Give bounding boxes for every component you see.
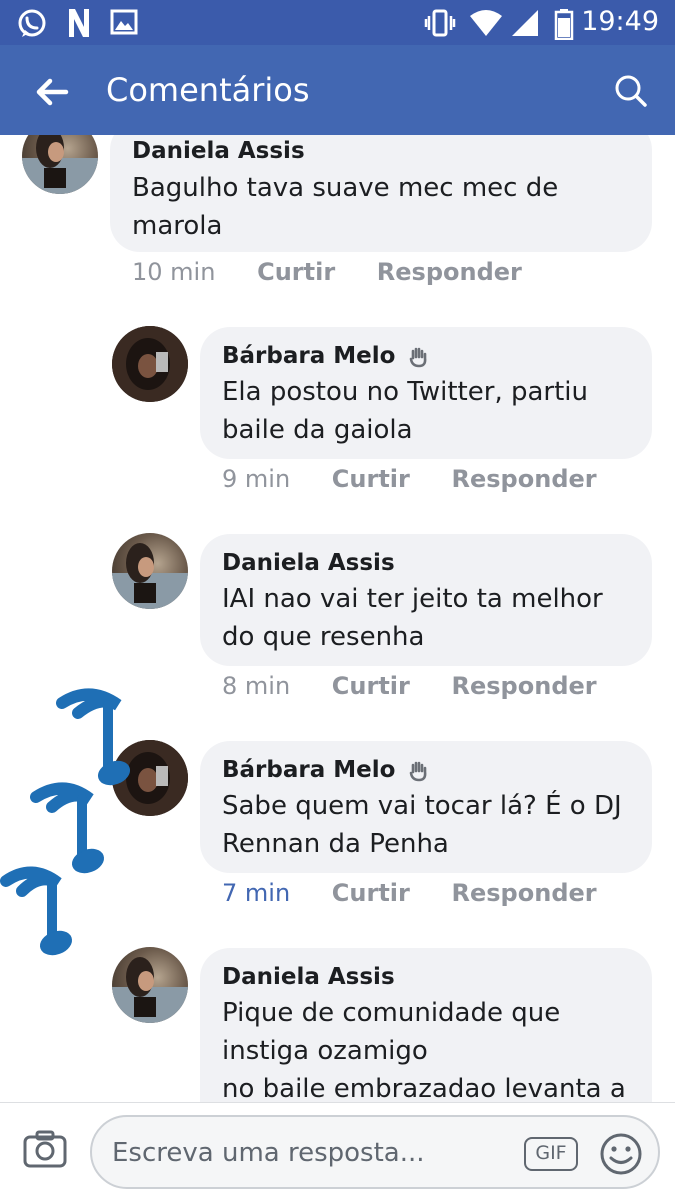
comment-bubble[interactable]: Bárbara Melo Sabe quem vai tocar lá? É o… (200, 741, 652, 873)
signal-icon (512, 10, 538, 36)
reply-button[interactable]: Responder (377, 258, 522, 286)
status-bar: 19:49 (0, 0, 675, 45)
reply-composer: GIF (0, 1102, 675, 1201)
avatar[interactable] (112, 326, 188, 402)
smiley-icon[interactable] (598, 1131, 644, 1177)
comment-time[interactable]: 8 min (222, 672, 290, 700)
comment-author[interactable]: Bárbara Melo (222, 757, 431, 783)
reply-input-container: GIF (90, 1115, 660, 1189)
comment-bubble[interactable]: Daniela Assis IAI nao vai ter jeito ta m… (200, 534, 652, 666)
back-button[interactable] (30, 70, 74, 114)
reply-button[interactable]: Responder (452, 672, 597, 700)
wifi-icon (470, 10, 502, 36)
waving-hand-icon (410, 761, 427, 781)
comment-bubble[interactable]: Daniela Assis Pique de comunidade que in… (200, 948, 652, 1102)
comment-bubble[interactable]: Daniela Assis Bagulho tava suave mec mec… (110, 135, 652, 252)
comment-author[interactable]: Daniela Assis (222, 550, 395, 576)
like-button[interactable]: Curtir (257, 258, 335, 286)
comment-text: Sabe quem vai tocar lá? É o DJ Rennan da… (222, 791, 622, 859)
like-button[interactable]: Curtir (332, 465, 410, 493)
gif-button[interactable]: GIF (524, 1137, 578, 1171)
comment-time[interactable]: 7 min (222, 879, 290, 907)
reply-button[interactable]: Responder (452, 879, 597, 907)
music-notes-sticker (0, 688, 130, 956)
app-bar: Comentários (0, 45, 675, 135)
comment-text: Ela postou no Twitter, partiu baile da g… (222, 377, 588, 445)
whatsapp-icon (18, 9, 46, 37)
author-name: Bárbara Melo (222, 343, 396, 369)
comment-time[interactable]: 10 min (132, 258, 215, 286)
camera-icon[interactable] (22, 1129, 68, 1169)
like-button[interactable]: Curtir (332, 672, 410, 700)
comment-text: Bagulho tava suave mec mec de marola (132, 173, 559, 241)
avatar[interactable] (112, 533, 188, 609)
gallery-icon (110, 9, 138, 35)
comment-bubble[interactable]: Bárbara Melo Ela postou no Twitter, part… (200, 327, 652, 459)
waving-hand-icon (410, 347, 427, 367)
avatar-photo (112, 326, 188, 402)
comment-actions: 8 min Curtir Responder (222, 672, 597, 700)
avatar[interactable] (22, 135, 98, 194)
comments-feed[interactable]: Daniela Assis Bagulho tava suave mec mec… (0, 135, 675, 1102)
netflix-icon (69, 9, 89, 37)
comment-actions: 7 min Curtir Responder (222, 879, 597, 907)
clock: 19:49 (581, 6, 659, 37)
comment-actions: 10 min Curtir Responder (132, 258, 522, 286)
avatar-photo (112, 543, 188, 609)
comment-author[interactable]: Daniela Assis (222, 964, 395, 990)
arrow-left-icon (36, 78, 69, 106)
comment-time[interactable]: 9 min (222, 465, 290, 493)
vibrate-icon (424, 9, 456, 37)
battery-icon (554, 9, 574, 40)
page-title: Comentários (106, 71, 310, 109)
comment-text: Pique de comunidade que instiga ozamigo … (222, 998, 626, 1102)
author-name: Bárbara Melo (222, 757, 396, 783)
comment-author[interactable]: Bárbara Melo (222, 343, 431, 369)
like-button[interactable]: Curtir (332, 879, 410, 907)
search-button[interactable] (611, 71, 651, 111)
reply-button[interactable]: Responder (452, 465, 597, 493)
comment-author[interactable]: Daniela Assis (132, 138, 305, 164)
avatar-photo (22, 135, 98, 194)
search-icon (615, 75, 647, 107)
comment-text: IAI nao vai ter jeito ta melhor do que r… (222, 584, 603, 652)
comment-actions: 9 min Curtir Responder (222, 465, 597, 493)
reply-input[interactable] (110, 1131, 514, 1175)
